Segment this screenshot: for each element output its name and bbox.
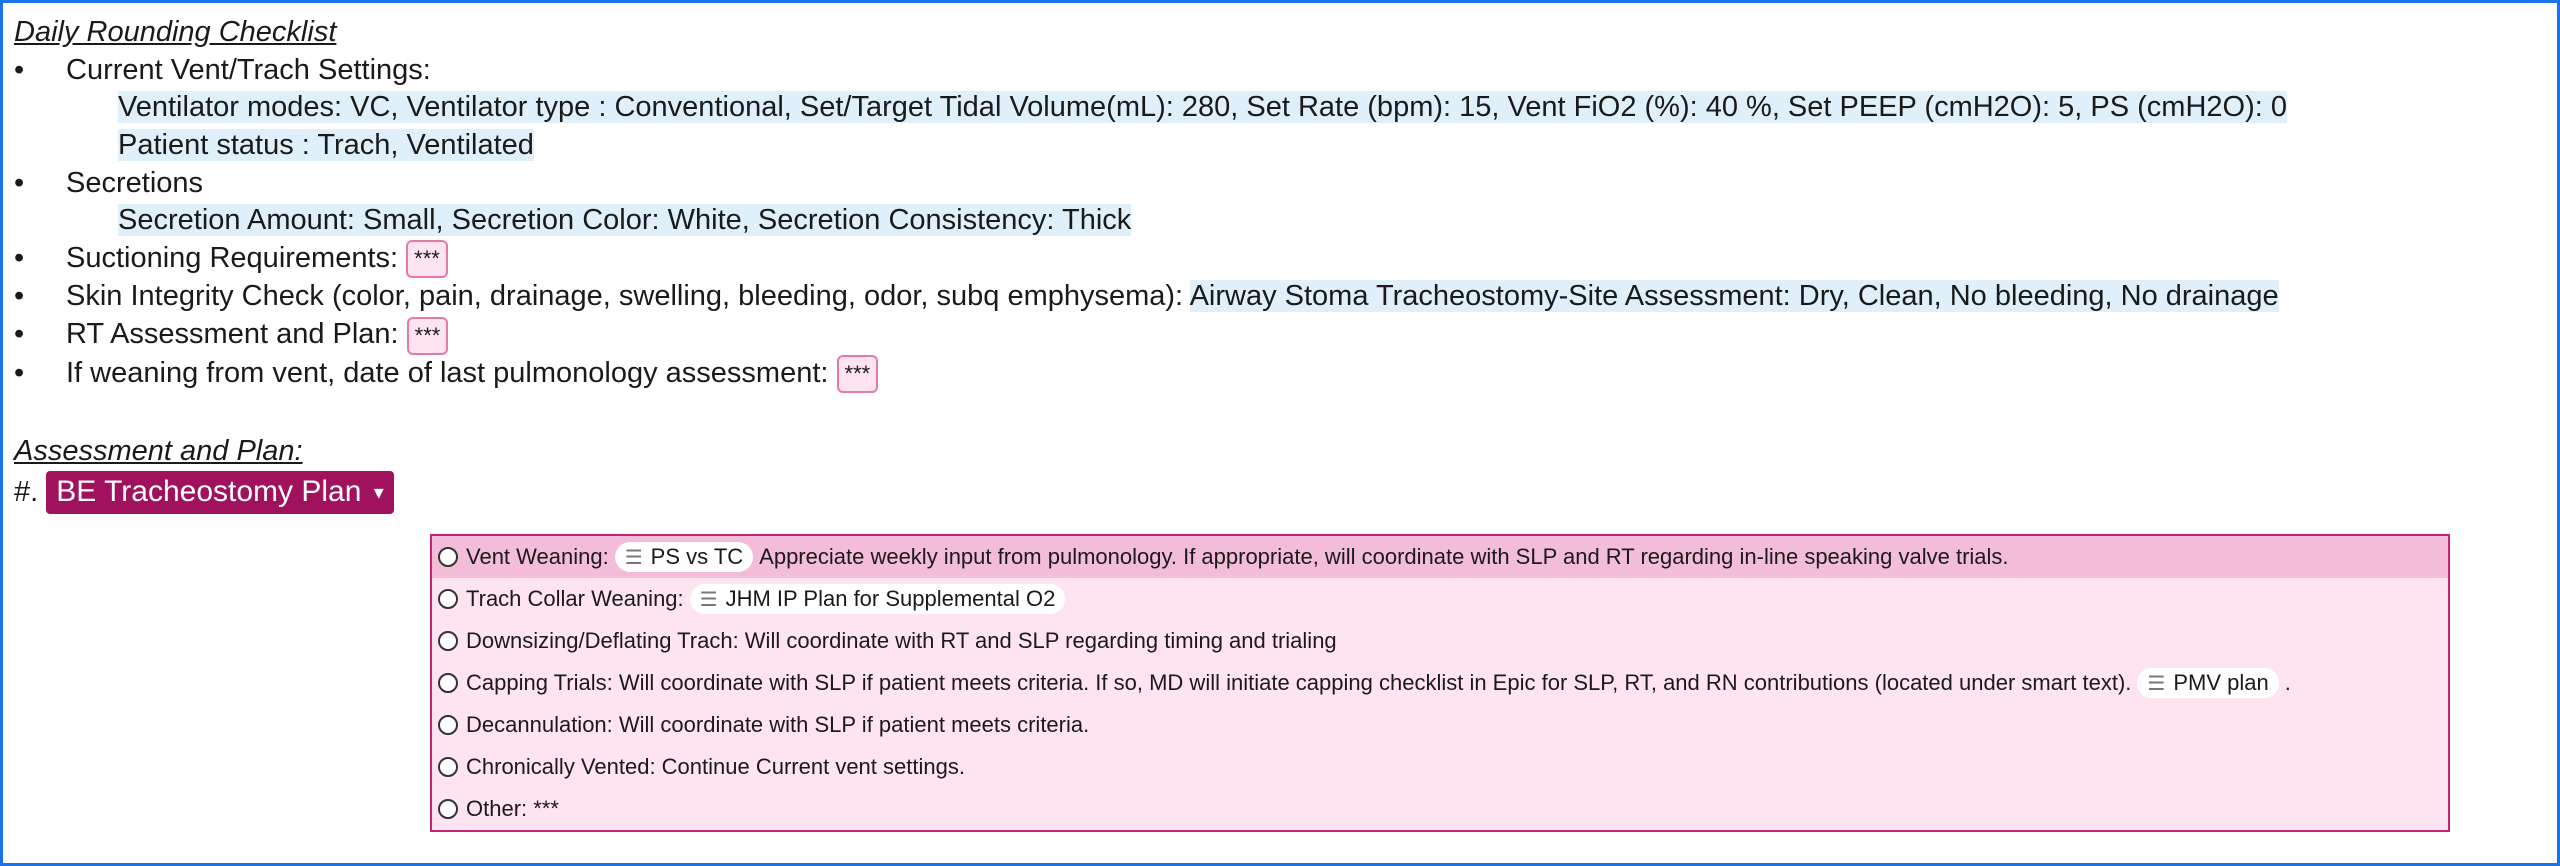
option-text: Trach Collar Weaning:	[466, 586, 684, 611]
list-item-suctioning: • Suctioning Requirements: ***	[14, 240, 2560, 279]
vent-settings-values: Ventilator modes: VC, Ventilator type : …	[118, 91, 2287, 124]
skin-integrity-value: Airway Stoma Tracheostomy-Site Assessmen…	[1189, 280, 2279, 313]
list-item-weaning: • If weaning from vent, date of last pul…	[14, 354, 2560, 393]
checklist: • Current Vent/Trach Settings: Ventilato…	[14, 52, 2560, 393]
bullet: •	[14, 318, 25, 351]
bullet: •	[14, 356, 25, 389]
radio-button-icon[interactable]	[438, 799, 458, 819]
list-icon: ☰	[624, 546, 643, 569]
bullet: •	[14, 280, 25, 313]
option-vent-weaning[interactable]: Vent Weaning: ☰ PS vs TC Appreciate weekl…	[432, 536, 2448, 578]
tracheostomy-plan-dropdown[interactable]: BE Tracheostomy Plan ▾	[46, 470, 394, 514]
dropdown-label: BE Tracheostomy Plan	[56, 474, 362, 508]
weaning-blank[interactable]: ***	[836, 354, 879, 393]
radio-button-icon[interactable]	[438, 673, 458, 693]
suctioning-blank[interactable]: ***	[406, 240, 448, 279]
patient-status: Patient status : Trach, Ventilated	[118, 129, 534, 162]
list-item-rt-assessment: • RT Assessment and Plan: ***	[14, 316, 2560, 355]
list-item-vent-settings: • Current Vent/Trach Settings: Ventilato…	[14, 52, 2560, 165]
checklist-heading: Daily Rounding Checklist	[14, 16, 337, 48]
radio-button-icon[interactable]	[438, 715, 458, 735]
list-icon: ☰	[2147, 672, 2166, 695]
skin-integrity-label: Skin Integrity Check (color, pain, drain…	[66, 280, 1184, 313]
option-trach-collar-weaning[interactable]: Trach Collar Weaning: ☰ JHM IP Plan for S…	[432, 578, 2448, 620]
assessment-heading: Assessment and Plan:	[14, 434, 303, 467]
option-text: Decannulation: Will coordinate with SLP …	[466, 712, 1090, 737]
radio-button-icon[interactable]	[438, 589, 458, 609]
weaning-label: If weaning from vent, date of last pulmo…	[66, 356, 829, 389]
rt-assessment-label: RT Assessment and Plan:	[66, 318, 399, 351]
bullet: •	[14, 53, 25, 86]
option-text: Vent Weaning:	[466, 544, 609, 569]
note-body: Daily Rounding Checklist • Current Vent/…	[14, 14, 2560, 514]
chevron-down-icon: ▾	[373, 481, 384, 504]
plan-options-box: Vent Weaning: ☰ PS vs TC Appreciate weekl…	[430, 534, 2450, 832]
smartlist-chip[interactable]: ☰ PMV plan	[2137, 668, 2279, 698]
option-other[interactable]: Other: ***	[432, 788, 2448, 830]
chip-label: JHM IP Plan for Supplemental O2	[725, 586, 1056, 611]
rt-assessment-blank[interactable]: ***	[406, 316, 449, 355]
radio-button-icon[interactable]	[438, 631, 458, 651]
list-item-skin-integrity: • Skin Integrity Check (color, pain, dra…	[14, 278, 2560, 316]
hash-marker: #.	[14, 475, 39, 508]
smartlist-chip[interactable]: ☰ PS vs TC	[614, 542, 754, 572]
option-chronically-vented[interactable]: Chronically Vented: Continue Current ven…	[432, 746, 2448, 788]
vent-settings-label: Current Vent/Trach Settings:	[66, 53, 431, 86]
option-text-suffix: .	[2284, 670, 2291, 695]
list-icon: ☰	[699, 588, 718, 611]
option-text: Chronically Vented: Continue Current ven…	[466, 754, 965, 779]
option-text: Downsizing/Deflating Trach: Will coordin…	[466, 628, 1337, 653]
plan-line: #. BE Tracheostomy Plan ▾	[14, 470, 2560, 514]
smartlist-chip[interactable]: ☰ JHM IP Plan for Supplemental O2	[689, 584, 1066, 614]
option-decannulation[interactable]: Decannulation: Will coordinate with SLP …	[432, 704, 2448, 746]
chip-label: PMV plan	[2173, 670, 2269, 695]
suctioning-label: Suctioning Requirements:	[66, 242, 399, 275]
bullet: •	[14, 242, 25, 275]
radio-button-icon[interactable]	[438, 547, 458, 567]
option-capping-trials[interactable]: Capping Trials: Will coordinate with SLP…	[432, 662, 2448, 704]
bullet: •	[14, 166, 25, 199]
secretions-values: Secretion Amount: Small, Secretion Color…	[118, 204, 1132, 237]
list-item-secretions: • Secretions Secretion Amount: Small, Se…	[14, 165, 2560, 240]
option-downsizing[interactable]: Downsizing/Deflating Trach: Will coordin…	[432, 620, 2448, 662]
secretions-label: Secretions	[66, 166, 204, 199]
option-text: Capping Trials: Will coordinate with SLP…	[466, 670, 2132, 695]
chip-label: PS vs TC	[650, 544, 744, 569]
radio-button-icon[interactable]	[438, 757, 458, 777]
option-text: Other: ***	[466, 796, 559, 821]
option-text-suffix: Appreciate weekly input from pulmonology…	[759, 544, 2009, 569]
